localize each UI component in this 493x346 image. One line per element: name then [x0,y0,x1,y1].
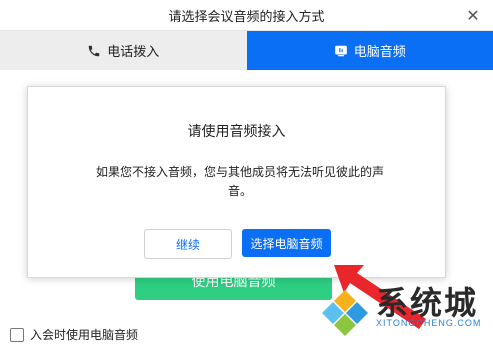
tab-phone-dial-in[interactable]: 电话拨入 [0,31,247,70]
watermark: 系统城 XITONGCHENG.COM [300,278,493,346]
close-icon[interactable]: ✕ [463,5,483,25]
tab-computer-audio[interactable]: 电脑音频 [246,31,493,70]
dialog-title: 请使用音频接入 [187,124,286,140]
windows-logo-icon [322,290,368,336]
auto-join-audio-row[interactable]: 入会时使用电脑音频 [10,326,138,343]
auto-join-checkbox[interactable] [10,327,24,342]
continue-button[interactable]: 继续 [144,229,232,259]
tab-phone-label: 电话拨入 [107,45,160,60]
window-title: 请选择会议音频的接入方式 [168,9,325,25]
tab-computer-audio-label: 电脑音频 [353,45,406,60]
dialog-message-line2: 音。 [227,184,252,198]
audio-prompt-dialog: 请使用音频接入 如果您不接入音频，您与其他成员将无法听见彼此的声 音。 继续 选… [27,86,446,278]
title-bar: 请选择会议音频的接入方式 ✕ [0,0,493,31]
dialog-message: 如果您不接入音频，您与其他成员将无法听见彼此的声 音。 [90,163,390,201]
computer-audio-icon [334,44,348,58]
dialog-message-line1: 如果您不接入音频，您与其他成员将无法听见彼此的声 [95,165,384,179]
audio-tabs: 电话拨入 电脑音频 [0,31,493,70]
select-computer-audio-button[interactable]: 选择电脑音频 [242,229,331,257]
watermark-url: XITONGCHENG.COM [376,318,482,328]
phone-icon [87,44,101,58]
auto-join-label: 入会时使用电脑音频 [30,328,139,342]
